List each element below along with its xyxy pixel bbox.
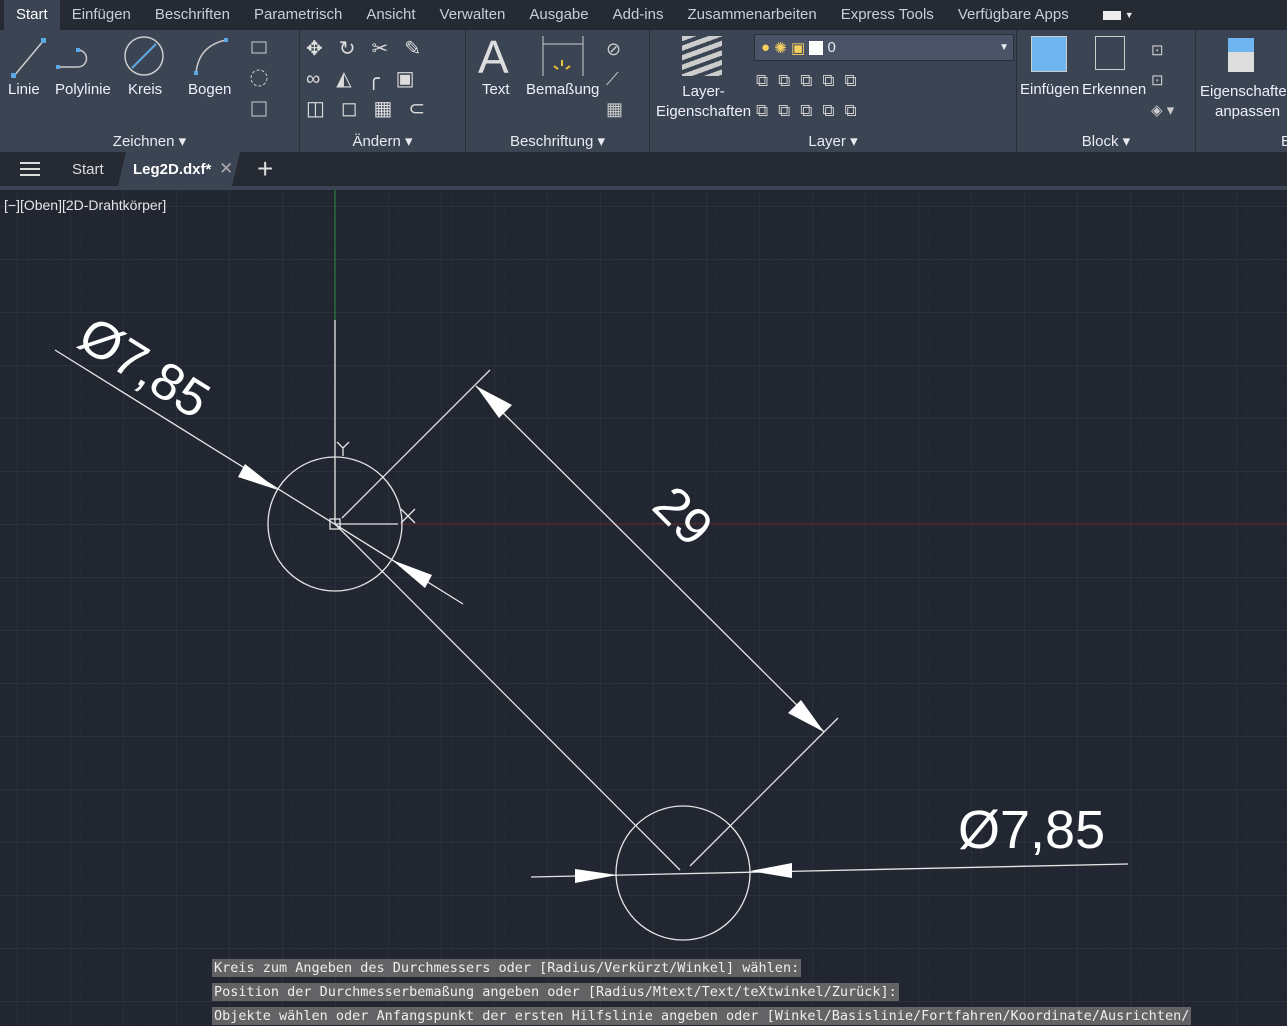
doc-tab-title: Leg2D.dxf* <box>133 161 212 178</box>
ribbon-tab-bar: Start Einfügen Beschriften Parametrisch … <box>0 0 1287 30</box>
menu-icon[interactable] <box>20 162 40 176</box>
tool-linie[interactable]: Linie <box>8 80 40 100</box>
annotation-small-icons[interactable]: ⊘ ⟋ ▦ <box>606 34 623 124</box>
tool-text[interactable]: Text <box>482 80 510 100</box>
sun-icon: ✺ <box>774 39 787 57</box>
panel-label-layer[interactable]: Layer ▾ <box>650 132 1016 150</box>
dimension-icon <box>542 36 584 76</box>
tab-start[interactable]: Start <box>4 0 60 30</box>
panel-zeichnen: Linie Polylinie Kreis Bogen Zeichnen ▾ <box>0 30 300 152</box>
close-icon[interactable]: ✕ <box>219 159 233 179</box>
tab-addins[interactable]: Add-ins <box>601 0 676 30</box>
tab-ansicht[interactable]: Ansicht <box>354 0 427 30</box>
tool-bogen[interactable]: Bogen <box>188 80 231 100</box>
tab-parametrisch[interactable]: Parametrisch <box>242 0 354 30</box>
panel-aendern: ✥↻✂✎ ∞◭╭▣ ◫◻▦⊂ Ändern ▾ <box>300 30 466 152</box>
chevron-down-icon: ▼ <box>999 42 1009 53</box>
insert-block-icon <box>1031 36 1067 72</box>
panel-beschriftung: A Text Bemaßung ⊘ ⟋ ▦ Beschriftung ▾ <box>466 30 650 152</box>
draw-tools-icons <box>11 36 268 117</box>
detect-block-icon <box>1095 36 1125 70</box>
tab-zusammenarbeiten[interactable]: Zusammenarbeiten <box>675 0 828 30</box>
panel-eigenschaften: Eigenschaften anpassen E <box>1196 30 1287 152</box>
current-layer-name: 0 <box>827 39 836 56</box>
panel-label-block[interactable]: Block ▾ <box>1017 132 1195 150</box>
command-history-line: Kreis zum Angeben des Durchmessers oder … <box>212 959 802 977</box>
command-history-line: Position der Durchmesserbemaßung angeben… <box>212 983 899 1001</box>
color-swatch <box>809 40 824 55</box>
tool-layer-eigenschaften[interactable]: Layer- Eigenschaften <box>656 82 751 122</box>
tab-beschriften[interactable]: Beschriften <box>143 0 242 30</box>
tab-einfuegen[interactable]: Einfügen <box>60 0 143 30</box>
tab-verwalten[interactable]: Verwalten <box>428 0 518 30</box>
tool-eigenschaften-anpassen[interactable]: Eigenschaften anpassen <box>1200 82 1287 122</box>
panel-label-beschriftung[interactable]: Beschriftung ▾ <box>466 132 649 150</box>
tab-express-tools[interactable]: Express Tools <box>829 0 946 30</box>
lock-icon: ▣ <box>790 39 806 57</box>
layer-properties-icon <box>682 36 722 76</box>
lightbulb-icon: ● <box>761 39 771 56</box>
layer-tools-icons[interactable]: ⧉⧉⧉⧉⧉ ⧉⧉⧉⧉⧉ <box>756 66 867 126</box>
new-tab-plus-icon[interactable]: + <box>257 153 273 185</box>
viewport-controls[interactable]: [−][Oben][2D-Drahtkörper] <box>4 197 166 213</box>
panel-layer: Layer- Eigenschaften ● ✺ ▣ 0 ▼ ⧉⧉⧉⧉⧉ ⧉⧉⧉⧉⧉… <box>650 30 1017 152</box>
panel-label-partial: E <box>1280 133 1287 150</box>
layer-dropdown[interactable]: ● ✺ ▣ 0 ▼ <box>754 34 1014 61</box>
tool-kreis[interactable]: Kreis <box>128 80 162 100</box>
drawing-canvas[interactable]: Ø7,85 29 Ø7,85 [−][Oben][2D-Drahtkörper] <box>0 186 1287 1026</box>
tool-einfuegen[interactable]: Einfügen <box>1020 80 1079 100</box>
modify-tools-icons[interactable]: ✥↻✂✎ ∞◭╭▣ ◫◻▦⊂ <box>306 34 466 124</box>
match-properties-icon <box>1228 38 1254 72</box>
doc-tab-start[interactable]: Start <box>72 161 104 178</box>
chevron-down-icon[interactable]: ▼ <box>1125 10 1134 20</box>
block-small-icons[interactable]: ⊡ ⊡ ◈ ▾ <box>1151 36 1174 126</box>
tab-verfuegbare-apps[interactable]: Verfügbare Apps <box>946 0 1081 30</box>
grid-major <box>0 190 1287 1026</box>
text-icon: A <box>478 31 509 83</box>
tool-erkennen[interactable]: Erkennen <box>1082 80 1146 100</box>
ribbon: Linie Polylinie Kreis Bogen Zeichnen ▾ ✥… <box>0 30 1287 152</box>
dim-text-2[interactable]: Ø7,85 <box>958 800 1105 860</box>
panel-label-aendern[interactable]: Ändern ▾ <box>300 132 465 150</box>
panel-block: Einfügen Erkennen ⊡ ⊡ ◈ ▾ Block ▾ <box>1017 30 1196 152</box>
tool-polylinie[interactable]: Polylinie <box>55 80 111 100</box>
drawing-svg[interactable]: Ø7,85 29 Ø7,85 <box>0 186 1287 1026</box>
document-tab-bar: Start Leg2D.dxf* ✕ + <box>0 152 1287 186</box>
ribbon-minimize-button[interactable] <box>1102 10 1121 20</box>
tool-bemassung[interactable]: Bemaßung <box>526 80 599 100</box>
tab-ausgabe[interactable]: Ausgabe <box>517 0 600 30</box>
command-prompt-line[interactable]: Objekte wählen oder Anfangspunkt der ers… <box>212 1007 1192 1025</box>
panel-label-zeichnen[interactable]: Zeichnen ▾ <box>0 132 299 150</box>
